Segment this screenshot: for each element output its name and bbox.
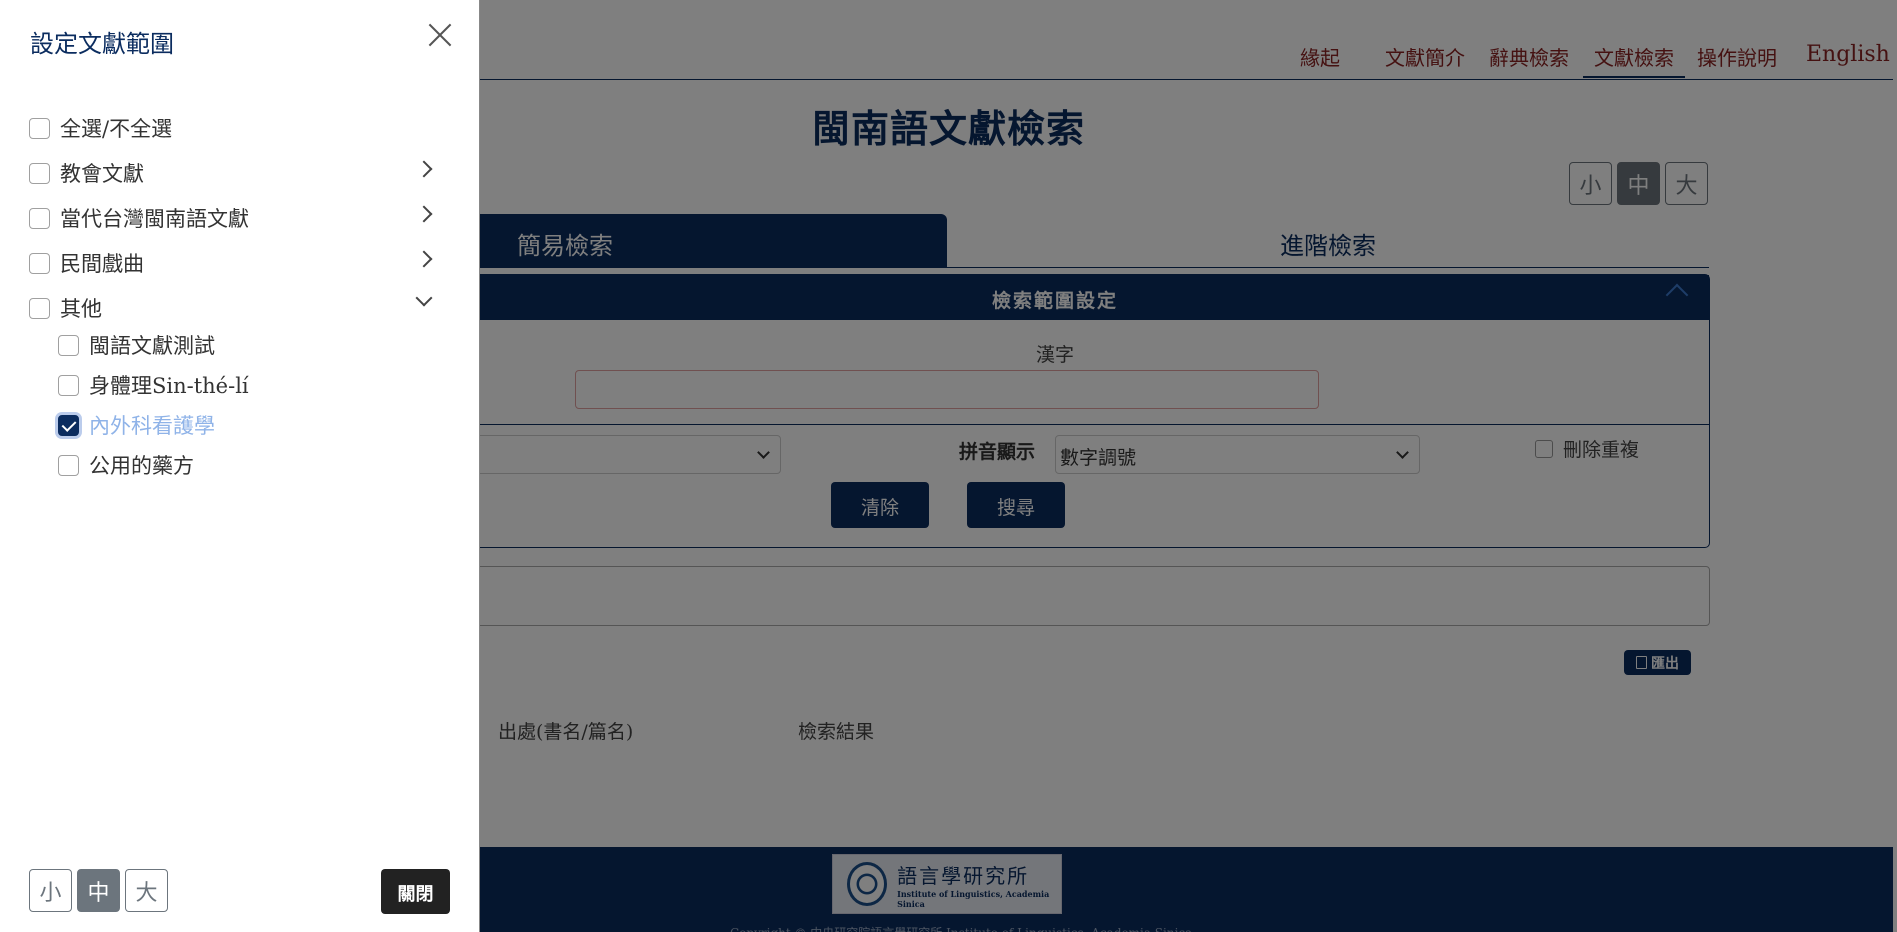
tree-group-checkbox[interactable] [29, 207, 50, 229]
tree-group-contemporary[interactable]: 當代台灣閩南語文獻 [29, 203, 249, 233]
tree-group-label: 當代台灣閩南語文獻 [60, 207, 249, 231]
tree-child-label: 公用的藥方 [89, 454, 194, 478]
tree-group-other[interactable]: 其他 [29, 293, 102, 323]
tree-child-checkbox[interactable] [58, 454, 79, 476]
tree-group-checkbox[interactable] [29, 297, 50, 319]
font-size-large-button[interactable]: 大 [125, 869, 168, 912]
tree-child-item[interactable]: 身體理Sin-thé-lí [58, 370, 249, 400]
tree-child-item[interactable]: 公用的藥方 [58, 450, 194, 480]
select-all-label: 全選/不全選 [60, 117, 173, 141]
tree-child-item[interactable]: 閩語文獻測試 [58, 330, 215, 360]
tree-group-label: 教會文獻 [60, 162, 144, 186]
tree-child-label: 內外科看護學 [89, 414, 215, 438]
drawer-title: 設定文獻範圍 [30, 30, 174, 58]
tree-child-checkbox[interactable] [58, 334, 79, 356]
chevron-down-icon[interactable] [415, 289, 433, 307]
tree-group-church[interactable]: 教會文獻 [29, 158, 144, 188]
select-all-checkbox[interactable] [29, 117, 50, 139]
chevron-right-icon[interactable] [415, 205, 433, 223]
tree-child-label: 身體理Sin-thé-lí [89, 374, 249, 398]
drawer-close-button[interactable]: 關閉 [381, 869, 450, 914]
tree-group-checkbox[interactable] [29, 162, 50, 184]
tree-child-checkbox[interactable] [58, 414, 79, 436]
chevron-right-icon[interactable] [415, 160, 433, 178]
tree-child-checkbox[interactable] [58, 374, 79, 396]
select-all-option[interactable]: 全選/不全選 [29, 113, 172, 143]
tree-group-checkbox[interactable] [29, 252, 50, 274]
tree-group-label: 其他 [60, 297, 102, 321]
tree-group-folk-opera[interactable]: 民間戲曲 [29, 248, 144, 278]
close-icon[interactable] [425, 20, 455, 50]
chevron-right-icon[interactable] [415, 250, 433, 268]
tree-child-label: 閩語文獻測試 [89, 334, 215, 358]
drawer-font-size-group: 小 中 大 [29, 869, 168, 912]
document-range-drawer: 設定文獻範圍 全選/不全選 教會文獻 當代台灣閩南語文獻 民間戲曲 其他 閩語文… [0, 0, 480, 932]
font-size-small-button[interactable]: 小 [29, 869, 72, 912]
tree-child-item[interactable]: 內外科看護學 [58, 410, 215, 440]
font-size-medium-button[interactable]: 中 [77, 869, 120, 912]
tree-group-label: 民間戲曲 [60, 252, 144, 276]
